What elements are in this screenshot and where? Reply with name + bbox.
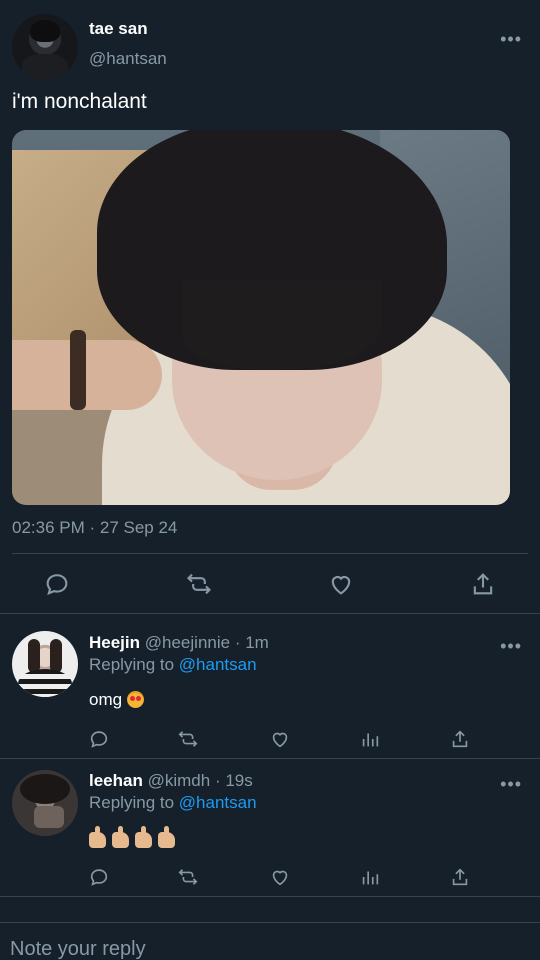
reply-time: · 19s [214, 771, 253, 790]
thumbs-up-emoji-icon [158, 826, 175, 848]
reply-text [89, 826, 181, 850]
divider [0, 613, 540, 614]
thumbs-up-emoji-icon [112, 826, 129, 848]
reply-time: · 1m [234, 633, 269, 652]
retweet-icon[interactable] [177, 866, 199, 888]
more-icon[interactable]: ••• [500, 30, 522, 48]
author-handle[interactable]: @hantsan [89, 49, 167, 69]
author-name[interactable]: tae san [89, 19, 148, 39]
retweet-icon[interactable] [185, 570, 213, 598]
more-icon[interactable]: ••• [500, 637, 522, 655]
thumbs-up-emoji-icon [89, 826, 106, 848]
tweet-timestamp[interactable]: 02:36 PM · 27 Sep 24 [12, 518, 177, 538]
tweet-photo[interactable] [12, 130, 510, 505]
divider [0, 758, 540, 759]
share-icon[interactable] [449, 728, 471, 750]
avatar[interactable] [12, 631, 78, 697]
replying-prefix: Replying to [89, 793, 175, 812]
analytics-icon[interactable] [359, 866, 381, 888]
like-icon[interactable] [327, 570, 355, 598]
reply-text-content: omg [89, 690, 123, 709]
avatar[interactable] [12, 14, 78, 80]
share-icon[interactable] [469, 570, 497, 598]
reply-icon[interactable] [43, 570, 71, 598]
divider [0, 922, 540, 923]
reply-header: leehan @kimdh · 19s [89, 771, 253, 791]
avatar[interactable] [12, 770, 78, 836]
mention-link[interactable]: @hantsan [179, 655, 257, 674]
replying-to: Replying to @hantsan [89, 655, 257, 675]
like-icon[interactable] [269, 866, 291, 888]
reply-author-name[interactable]: leehan [89, 771, 143, 790]
retweet-icon[interactable] [177, 728, 199, 750]
analytics-icon[interactable] [359, 728, 381, 750]
tweet-text: i'm nonchalant [12, 90, 147, 113]
reply-author-handle[interactable]: @kimdh [148, 771, 211, 790]
thumbs-up-emoji-icon [135, 826, 152, 848]
reply-author-name[interactable]: Heejin [89, 633, 140, 652]
divider [0, 896, 540, 897]
reply-text: omg [89, 690, 144, 710]
reply-icon[interactable] [88, 866, 110, 888]
reply-author-handle[interactable]: @heejinnie [145, 633, 230, 652]
more-icon[interactable]: ••• [500, 775, 522, 793]
mention-link[interactable]: @hantsan [179, 793, 257, 812]
replying-prefix: Replying to [89, 655, 175, 674]
replying-to: Replying to @hantsan [89, 793, 257, 813]
reply-icon[interactable] [88, 728, 110, 750]
divider [12, 553, 528, 554]
reply-input[interactable]: Note your reply [10, 938, 146, 960]
like-icon[interactable] [269, 728, 291, 750]
reply-header: Heejin @heejinnie · 1m [89, 633, 269, 653]
share-icon[interactable] [449, 866, 471, 888]
heart-eyes-emoji-icon [126, 691, 144, 708]
